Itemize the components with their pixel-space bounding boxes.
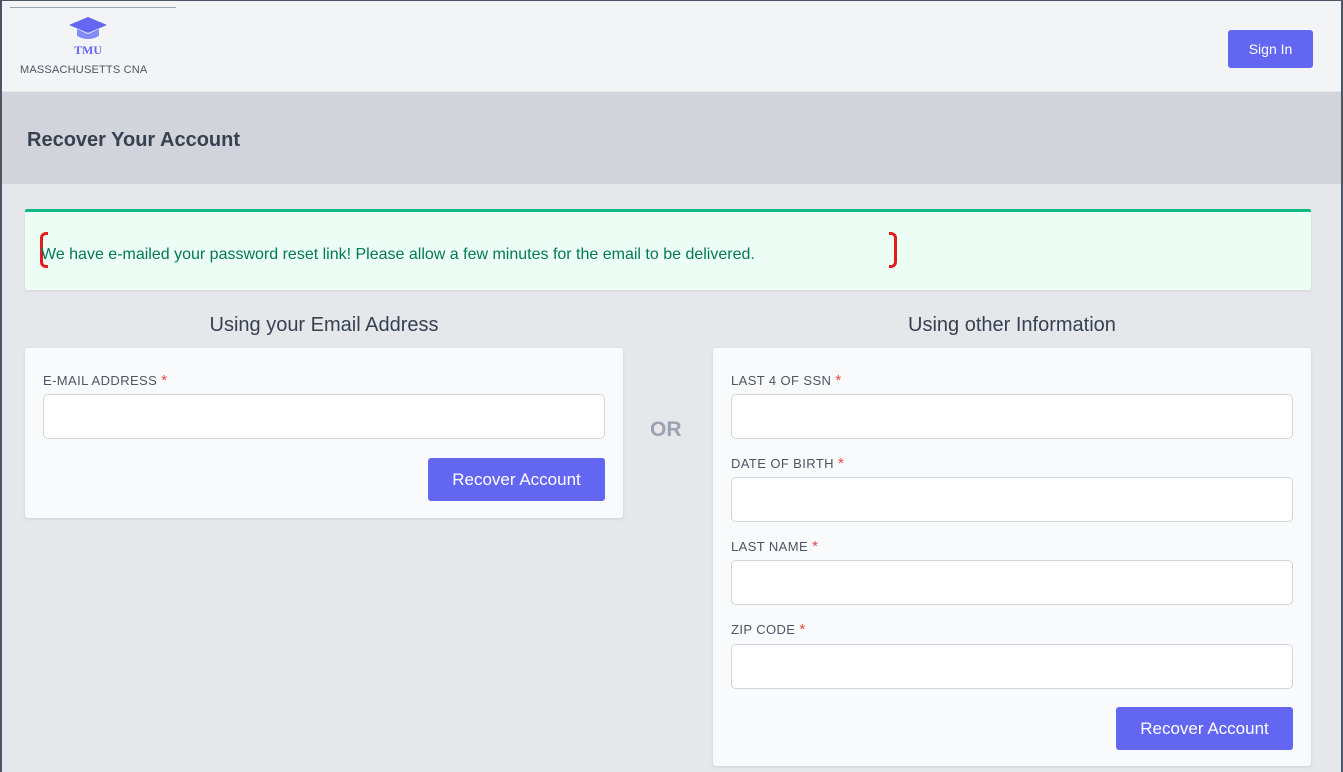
top-navbar: TMU MASSACHUSETTS CNA Sign In (2, 1, 1341, 91)
email-section-title: Using your Email Address (209, 314, 439, 336)
zip-code-label: ZIP CODE * (731, 621, 806, 638)
page-title: Recover Your Account (27, 129, 241, 151)
last-name-input[interactable] (731, 560, 1293, 605)
logo-divider (10, 7, 176, 8)
recover-by-info-button[interactable]: Recover Account (1116, 707, 1293, 750)
zip-code-input[interactable] (731, 644, 1293, 689)
email-input[interactable] (43, 394, 605, 439)
last-name-label: LAST NAME * (731, 538, 818, 555)
required-mark: * (799, 621, 806, 638)
recover-by-email-button[interactable]: Recover Account (428, 458, 605, 501)
email-label-text: E-MAIL ADDRESS (43, 373, 158, 388)
or-divider: OR (650, 418, 682, 441)
email-recover-card: E-MAIL ADDRESS * Recover Account (25, 348, 623, 518)
alert-message: We have e-mailed your password reset lin… (41, 246, 755, 263)
required-mark: * (835, 372, 842, 389)
graduation-cap-icon (69, 17, 107, 39)
annotation-bracket-right (889, 232, 897, 268)
dob-label-text: DATE OF BIRTH (731, 456, 834, 471)
required-mark: * (837, 455, 845, 472)
other-info-recover-card: LAST 4 OF SSN * DATE OF BIRTH * LAST NAM… (713, 348, 1311, 766)
sign-in-button[interactable]: Sign In (1228, 30, 1313, 68)
email-label: E-MAIL ADDRESS * (43, 372, 167, 389)
required-mark: * (812, 538, 819, 555)
last-name-label-text: LAST NAME (731, 539, 809, 554)
success-alert: We have e-mailed your password reset lin… (25, 209, 1311, 290)
zip-code-label-text: ZIP CODE (731, 622, 796, 637)
ssn-label-text: LAST 4 OF SSN (731, 373, 832, 388)
dob-label: DATE OF BIRTH * (731, 455, 844, 472)
ssn-last4-input[interactable] (731, 394, 1293, 439)
logo-subtitle: MASSACHUSETTS CNA (20, 64, 148, 76)
site-logo[interactable]: TMU MASSACHUSETTS CNA (20, 16, 180, 80)
page-header: Recover Your Account (2, 92, 1341, 184)
date-of-birth-input[interactable] (731, 477, 1293, 522)
ssn-label: LAST 4 OF SSN * (731, 372, 842, 389)
required-mark: * (161, 372, 168, 389)
logo-abbreviation: TMU (74, 43, 102, 57)
other-info-section-title: Using other Information (908, 314, 1116, 336)
